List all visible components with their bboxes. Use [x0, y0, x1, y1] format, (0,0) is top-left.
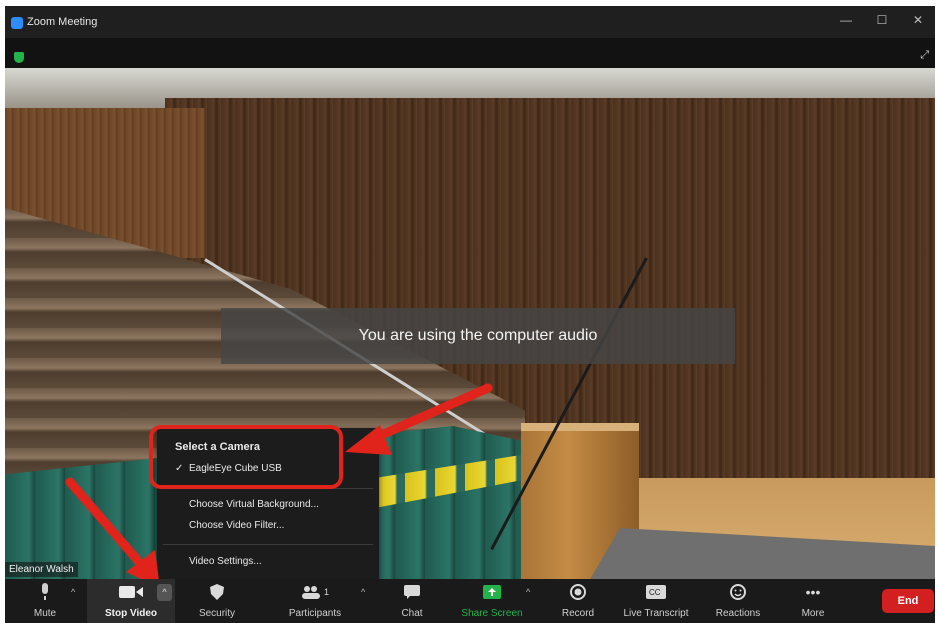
ellipsis-icon: •••	[805, 584, 821, 600]
shield-icon	[191, 583, 243, 601]
more-label: More	[801, 608, 825, 619]
reactions-button[interactable]: Reactions	[709, 579, 767, 623]
record-button[interactable]: Record	[553, 579, 603, 623]
share-options-caret-icon[interactable]: ^	[526, 587, 530, 597]
video-settings-item[interactable]: Video Settings...	[189, 556, 262, 567]
chat-label: Chat	[401, 608, 423, 619]
close-icon[interactable]: ✕	[903, 13, 933, 31]
mute-button[interactable]: Mute	[21, 579, 69, 623]
annotation-highlight-box	[149, 425, 343, 489]
participants-button[interactable]: 1 Participants	[275, 579, 355, 623]
reactions-label: Reactions	[715, 608, 761, 619]
end-meeting-button[interactable]: End	[882, 589, 934, 613]
fullscreen-icon[interactable]: ⤢	[920, 49, 929, 62]
title-bar: Zoom Meeting — ☐ ✕	[5, 6, 935, 38]
mute-label: Mute	[33, 608, 57, 619]
choose-virtual-background-item[interactable]: Choose Virtual Background...	[189, 499, 319, 510]
security-label: Security	[198, 608, 236, 619]
closed-caption-icon: CC	[615, 583, 697, 601]
microphone-icon	[21, 583, 69, 601]
choose-video-filter-item[interactable]: Choose Video Filter...	[189, 520, 284, 531]
maximize-icon[interactable]: ☐	[867, 13, 897, 31]
audio-notice: You are using the computer audio	[221, 308, 735, 364]
share-screen-label: Share Screen	[461, 608, 523, 619]
audio-options-caret-icon[interactable]: ^	[71, 587, 75, 597]
live-transcript-label: Live Transcript	[623, 608, 689, 619]
meeting-info-bar: ⤢	[5, 38, 935, 68]
share-screen-icon	[451, 583, 533, 601]
chat-button[interactable]: Chat	[389, 579, 435, 623]
participants-count: 1	[323, 587, 329, 597]
chat-bubble-icon	[389, 583, 435, 601]
live-transcript-button[interactable]: CC Live Transcript	[615, 579, 697, 623]
security-shield-icon[interactable]	[14, 52, 24, 63]
stop-video-label: Stop Video	[104, 608, 158, 619]
svg-text:CC: CC	[649, 588, 661, 597]
security-button[interactable]: Security	[191, 579, 243, 623]
minimize-icon[interactable]: —	[831, 13, 861, 31]
participants-label: Participants	[288, 608, 342, 619]
participants-caret-icon[interactable]: ^	[361, 587, 365, 597]
participants-icon: 1	[275, 583, 355, 601]
menu-divider	[163, 544, 373, 545]
window-title: Zoom Meeting	[27, 16, 98, 28]
zoom-window: Zoom Meeting — ☐ ✕ ⤢ You are using the c…	[5, 6, 935, 623]
audio-notice-text: You are using the computer audio	[358, 327, 598, 344]
video-options-caret-icon[interactable]: ^	[157, 584, 172, 601]
zoom-app-icon	[11, 17, 23, 29]
record-icon	[553, 583, 603, 601]
record-label: Record	[561, 608, 595, 619]
meeting-toolbar: Mute ^ Stop Video ^ Security 1 Participa…	[5, 579, 935, 623]
video-feed: You are using the computer audio Eleanor…	[5, 68, 935, 579]
smiley-icon	[709, 583, 767, 601]
share-screen-button[interactable]: Share Screen	[451, 579, 533, 623]
more-button[interactable]: ••• More	[793, 579, 833, 623]
participant-name-label: Eleanor Walsh	[5, 562, 78, 577]
